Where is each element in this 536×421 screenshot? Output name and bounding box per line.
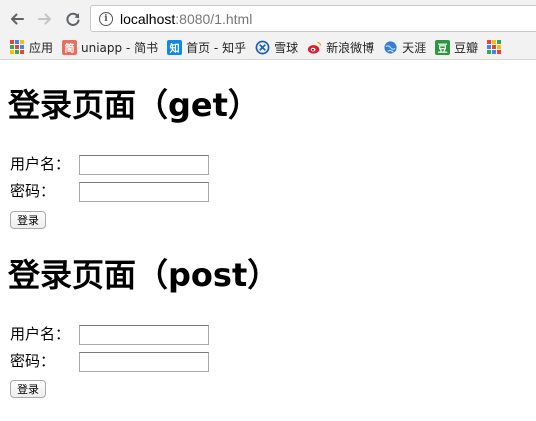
get-form-title: 登录页面（get） xyxy=(8,86,260,124)
forward-button[interactable] xyxy=(34,8,56,30)
overflow-grid-icon xyxy=(487,40,502,55)
bookmark-zhihu[interactable]: 知 首页 - 知乎 xyxy=(167,39,246,56)
bookmark-douban[interactable]: 豆 豆瓣 xyxy=(435,39,478,56)
bookmark-label: 雪球 xyxy=(274,41,299,55)
url-text: localhost:8080/1.html xyxy=(120,10,253,27)
address-bar[interactable]: i localhost:8080/1.html xyxy=(90,5,536,32)
bookmark-label: 豆瓣 xyxy=(454,41,479,55)
browser-toolbar: i localhost:8080/1.html xyxy=(0,0,536,36)
get-username-input[interactable] xyxy=(79,155,209,175)
bookmark-label: uniapp - 简书 xyxy=(81,41,159,55)
get-password-input[interactable] xyxy=(79,182,209,202)
bookmark-label: 首页 - 知乎 xyxy=(186,41,247,55)
post-password-label: 密码： xyxy=(10,352,56,370)
douban-icon: 豆 xyxy=(435,40,451,55)
post-username-label: 用户名： xyxy=(10,325,71,343)
back-button[interactable] xyxy=(6,8,28,30)
tianya-globe-icon xyxy=(384,41,397,54)
post-password-input[interactable] xyxy=(79,352,209,372)
bookmark-overflow[interactable] xyxy=(487,40,506,55)
post-login-button[interactable]: 登录 xyxy=(10,380,46,398)
apps-grid-icon xyxy=(10,40,25,55)
jianshu-icon: 简 xyxy=(62,40,78,55)
bookmark-tianya[interactable]: 天涯 xyxy=(383,39,426,56)
post-form-title: 登录页面（post） xyxy=(8,256,280,294)
bookmark-apps[interactable]: 应用 xyxy=(10,39,53,56)
bookmark-label: 应用 xyxy=(29,41,54,55)
reload-button[interactable] xyxy=(62,8,84,30)
bookmark-label: 天涯 xyxy=(402,41,427,55)
bookmarks-bar: 应用 简 uniapp - 简书 知 首页 - 知乎 雪球 新浪微博 天涯 豆 … xyxy=(0,36,536,60)
xueqiu-icon xyxy=(255,40,270,55)
bookmark-label: 新浪微博 xyxy=(326,41,375,55)
weibo-icon xyxy=(308,41,322,54)
bookmark-xueqiu[interactable]: 雪球 xyxy=(255,39,298,56)
get-login-button[interactable]: 登录 xyxy=(10,211,46,229)
zhihu-icon: 知 xyxy=(167,40,183,55)
get-password-label: 密码： xyxy=(10,182,56,200)
arrow-left-icon xyxy=(11,13,24,25)
post-username-input[interactable] xyxy=(79,325,209,345)
bookmark-jianshu[interactable]: 简 uniapp - 简书 xyxy=(62,39,158,56)
arrow-right-icon xyxy=(38,13,51,25)
bookmark-weibo[interactable]: 新浪微博 xyxy=(307,39,374,56)
info-icon[interactable]: i xyxy=(99,11,113,26)
get-username-label: 用户名： xyxy=(10,155,71,173)
reload-icon xyxy=(66,12,80,26)
